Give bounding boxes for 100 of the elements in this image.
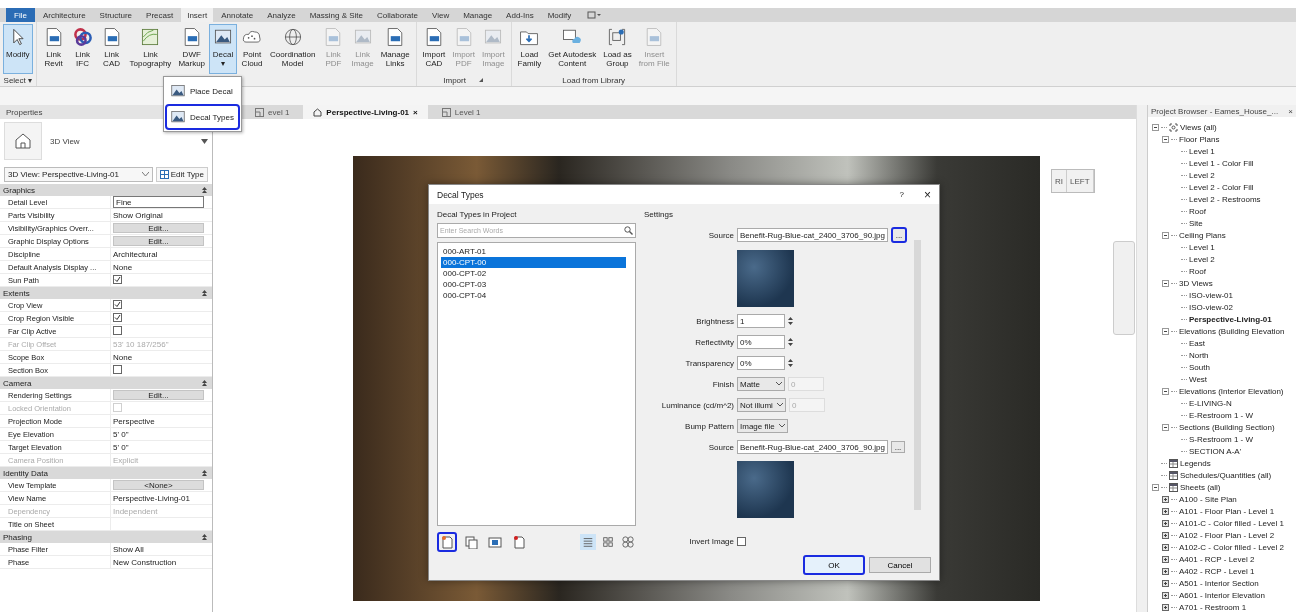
tree-item[interactable]: Perspective-Living-01 (1189, 314, 1272, 324)
collapse-icon[interactable] (202, 290, 207, 296)
expander-icon[interactable] (1162, 327, 1169, 335)
ribbon-button[interactable]: Link Topography (126, 24, 175, 74)
tree-item[interactable]: South (1189, 362, 1210, 372)
dialog-button[interactable]: Cancel (869, 557, 931, 573)
tree-item[interactable]: S-Restroom 1 - W (1189, 434, 1253, 444)
ribbon-button[interactable]: Import CAD (419, 24, 449, 74)
expander-icon[interactable] (1152, 483, 1159, 491)
checkbox[interactable] (113, 312, 122, 322)
chevron-icon[interactable] (778, 424, 785, 429)
tree-item[interactable]: Level 2 - Restrooms (1189, 194, 1261, 204)
tree-item[interactable]: Site (1189, 218, 1203, 228)
tree-item[interactable]: Roof (1189, 266, 1206, 276)
dialog-button[interactable]: OK (803, 555, 865, 575)
tree-item[interactable]: Elevations (Interior Elevation) (1179, 386, 1284, 396)
new-document-icon[interactable] (437, 532, 457, 553)
spinner-arrows-icon[interactable] (788, 357, 793, 370)
ribbon-tab[interactable]: View (425, 8, 456, 22)
list-item[interactable]: 000-CPT-00 (441, 257, 626, 269)
tree-item[interactable]: East (1189, 338, 1205, 348)
ribbon-tab[interactable]: Collaborate (371, 8, 424, 22)
chevron-icon[interactable] (776, 382, 782, 387)
expander-icon[interactable] (1162, 555, 1169, 563)
tree-item[interactable]: A100 - Site Plan (1179, 494, 1237, 504)
checkbox[interactable] (113, 364, 122, 374)
checkbox[interactable] (113, 325, 122, 335)
tree-item[interactable]: A701 - Restroom 1 (1179, 602, 1247, 612)
tree-item[interactable]: A601 - Interior Elevation (1179, 590, 1265, 600)
ribbon-button[interactable]: Load Family (514, 24, 545, 74)
help-button[interactable]: ? (899, 190, 904, 199)
dropdown[interactable]: Not illumi (737, 398, 786, 413)
tree-item[interactable]: ISO-view-01 (1189, 290, 1233, 300)
list-item[interactable]: 000-CPT-04 (441, 290, 626, 302)
expander-icon[interactable] (1162, 279, 1169, 287)
edit-type-button[interactable]: Edit Type (155, 167, 208, 182)
group-header[interactable]: Phasing (3, 532, 32, 542)
ribbon-button[interactable]: Link CAD (97, 24, 126, 74)
tree-item[interactable]: A102-C - Color filled - Level 2 (1179, 542, 1284, 552)
menu-item[interactable]: Decal Types (165, 104, 240, 130)
chevron-icon[interactable] (776, 403, 783, 408)
expander-icon[interactable] (1162, 231, 1169, 239)
list-item[interactable]: 000-CPT-02 (441, 268, 626, 280)
collapse-icon[interactable] (202, 470, 207, 476)
input-field[interactable]: 1 (737, 314, 785, 329)
expander-icon[interactable] (1162, 567, 1169, 575)
tree-item[interactable]: Level 1 - Color Fill (1189, 158, 1254, 168)
ribbon-tab[interactable]: Precast (140, 8, 180, 22)
list-item[interactable]: 000-CPT-03 (441, 279, 626, 291)
document-tab[interactable]: Level 1 (431, 105, 491, 119)
tree-item[interactable]: Level 2 (1189, 254, 1215, 264)
scrollbar[interactable] (914, 240, 921, 511)
ribbon-button[interactable]: Modify (3, 24, 33, 74)
source-field[interactable]: Benefit-Rug-Blue-cat_2400_3706_90.jpg (737, 440, 888, 455)
input-field[interactable]: 0% (737, 335, 785, 350)
close-button[interactable]: × (924, 187, 931, 202)
group-header[interactable]: Camera (3, 378, 32, 388)
ribbon-button[interactable]: Manage Links (377, 24, 413, 74)
input-field[interactable]: 0% (737, 356, 785, 371)
ribbon-tab[interactable]: Manage (457, 8, 499, 22)
checkbox[interactable] (737, 537, 746, 547)
dropdown[interactable]: Matte (737, 377, 785, 392)
expander-icon[interactable] (1162, 507, 1169, 515)
tree-item[interactable]: Level 1 (1189, 242, 1215, 252)
tree-item[interactable]: Legends (1180, 458, 1211, 468)
ribbon-tab[interactable]: Add-Ins (500, 8, 540, 22)
close-tab-button[interactable]: × (413, 107, 418, 117)
large-icons-view-icon[interactable] (620, 534, 636, 551)
chevron-icon[interactable] (141, 172, 149, 177)
tree-item[interactable]: Floor Plans (1179, 134, 1220, 144)
tree-item[interactable]: Level 2 (1189, 170, 1215, 180)
list-item[interactable]: 000-ART-01 (441, 246, 626, 258)
group-header[interactable]: Identity Data (3, 468, 48, 478)
ribbon-tab[interactable]: Architecture (36, 8, 92, 22)
expander-icon[interactable] (1162, 603, 1169, 611)
spinner-arrows-icon[interactable] (788, 336, 793, 349)
tree-item[interactable]: Ceiling Plans (1179, 230, 1226, 240)
ribbon-tab[interactable]: Massing & Site (303, 8, 370, 22)
expander-icon[interactable] (1162, 531, 1169, 539)
checkbox[interactable] (113, 299, 122, 309)
ribbon-tab[interactable]: Insert (181, 8, 214, 22)
edit-button[interactable]: Edit... (113, 236, 204, 246)
scrollbar[interactable] (1136, 105, 1147, 612)
tree-item[interactable]: E-Restroom 1 - W (1189, 410, 1253, 420)
edit-button[interactable]: Edit... (113, 390, 204, 400)
ribbon-tab[interactable]: Annotate (215, 8, 260, 22)
tree-item[interactable]: A501 - Interior Section (1179, 578, 1259, 588)
checkbox[interactable] (113, 274, 122, 284)
instance-dropdown[interactable]: 3D View: Perspective-Living-01 (4, 167, 153, 182)
ribbon-button[interactable]: Coordination Model (267, 24, 319, 74)
caret-icon[interactable] (201, 138, 208, 144)
expander-icon[interactable] (1162, 579, 1169, 587)
tree-item[interactable]: A401 - RCP - Level 2 (1179, 554, 1255, 564)
tree-item[interactable]: Sections (Building Section) (1179, 422, 1275, 432)
tree-item[interactable]: Sheets (all) (1180, 482, 1221, 492)
ribbon-tab[interactable]: Analyze (261, 8, 302, 22)
ribbon-tab[interactable]: Modify (541, 8, 578, 22)
list-view-icon[interactable] (580, 534, 596, 551)
tree-item[interactable]: Views (all) (1180, 122, 1217, 132)
view-cube[interactable]: RI LEFT (1051, 159, 1101, 203)
